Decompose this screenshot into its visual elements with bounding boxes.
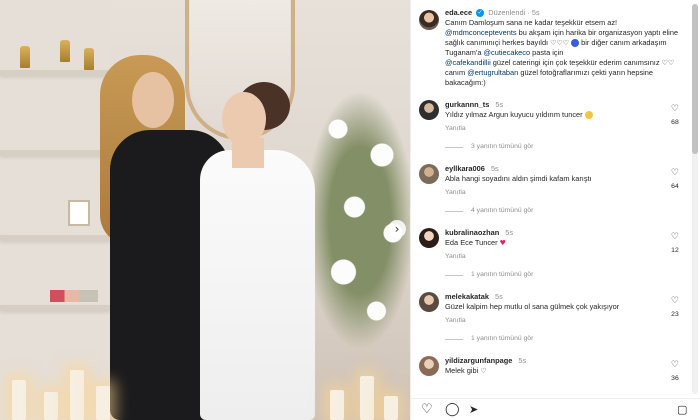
commenter-username[interactable]: gurkannn_ts <box>445 100 489 109</box>
comment-text: Eda Ece Tuncer <box>445 238 498 247</box>
comment-item: gurkannn_ts 5s Yıldız yılmaz Argun kuyuc… <box>411 100 689 152</box>
candle <box>96 386 110 420</box>
like-count: 12 <box>671 247 679 254</box>
comment-time: 5s <box>490 164 499 173</box>
comment-item: kubralinaozhan 5s Eda Ece Tuncer ♥ Yanıt… <box>411 228 689 280</box>
post-time[interactable]: 5s <box>532 8 540 17</box>
comment-like[interactable]: ♡ 64 <box>671 168 679 192</box>
shelf <box>0 235 110 241</box>
trophy <box>60 40 70 62</box>
commenter-avatar[interactable] <box>419 164 439 184</box>
heart-outline-icon[interactable]: ♡ <box>671 360 679 370</box>
shelving <box>0 0 110 420</box>
comment-time: 5s <box>495 292 503 301</box>
mention-link[interactable]: @cafekandillii <box>445 58 491 67</box>
caption-text: güzel cateringi için çok teşekkür ederim… <box>492 58 660 67</box>
heart-outline-icon[interactable]: ♡ <box>671 104 679 114</box>
shelf <box>0 70 110 76</box>
grimacing-emoji-icon <box>584 111 593 120</box>
reply-button[interactable]: Yanıtla <box>445 316 659 326</box>
comments-scroll[interactable]: eda.ece ✓ Düzenlendi · 5s Canım Damloşum… <box>411 0 689 398</box>
commenter-username[interactable]: yildizargunfanpage <box>445 356 512 365</box>
shelf <box>0 305 110 311</box>
evil-eye-emoji-icon <box>571 39 580 48</box>
commenter-username[interactable]: eyllkara006 <box>445 164 485 173</box>
post-caption: eda.ece ✓ Düzenlendi · 5s Canım Damloşum… <box>411 0 689 88</box>
comment-item: eyllkara006 5s Abla hangi soyadını aldın… <box>411 164 689 216</box>
candle <box>330 390 344 420</box>
author-avatar[interactable] <box>419 10 439 30</box>
heart-outline-icon[interactable]: ♡ <box>671 168 679 178</box>
candle <box>70 370 84 420</box>
verified-badge-icon: ✓ <box>476 9 485 18</box>
heart-outline-icon[interactable]: ♡ <box>671 296 679 306</box>
heart-emoji-icon: ♡♡♡ <box>550 39 569 47</box>
see-replies-button[interactable]: 1 yanıtın tümünü gör <box>445 270 659 280</box>
comment-like[interactable]: ♡ 36 <box>671 360 679 384</box>
candle <box>44 392 58 420</box>
comment-item: yildizargunfanpage 5s Melek gibi ♡ ♡ 36 <box>411 356 689 382</box>
trophy <box>84 48 94 70</box>
chevron-right-icon[interactable]: › <box>388 220 406 238</box>
mention-link[interactable]: @mdmconceptevents <box>445 28 517 37</box>
reply-button[interactable]: Yanıtla <box>445 124 659 134</box>
commenter-avatar[interactable] <box>419 228 439 248</box>
post-sidebar: eda.ece ✓ Düzenlendi · 5s Canım Damloşum… <box>410 0 700 420</box>
comment-time: 5s <box>518 356 527 365</box>
author-username[interactable]: eda.ece <box>445 8 472 17</box>
reply-button[interactable]: Yanıtla <box>445 188 659 198</box>
comment-like[interactable]: ♡ 68 <box>671 104 679 128</box>
comment-text: Yıldız yılmaz Argun kuyucu yıldırım tunc… <box>445 110 583 119</box>
trophy <box>20 46 30 68</box>
edited-label: Düzenlendi <box>488 8 526 17</box>
like-count: 36 <box>671 375 679 382</box>
commenter-username[interactable]: kubralinaozhan <box>445 228 499 237</box>
woman-right-dress <box>200 150 315 420</box>
candle <box>12 380 26 420</box>
red-heart-icon: ♥ <box>499 239 506 247</box>
comment-icon[interactable]: ◯ <box>445 402 460 418</box>
comment-like[interactable]: ♡ 12 <box>671 232 679 256</box>
comment-like[interactable]: ♡ 23 <box>671 296 679 320</box>
commenter-username[interactable]: melekakatak <box>445 292 489 301</box>
comment-item: melekakatak 5s Güzel kalpim hep mutlu ol… <box>411 292 689 344</box>
see-replies-button[interactable]: 3 yanıtın tümünü gör <box>445 142 659 152</box>
comment-time: 5s <box>505 228 514 237</box>
caption-text: pasta için <box>532 48 564 57</box>
woman-left-face <box>132 72 174 128</box>
post-photo: › <box>0 0 410 420</box>
candle <box>384 396 398 420</box>
caption-text: Canım Damloşum sana ne kadar teşekkür et… <box>445 18 618 27</box>
send-icon[interactable]: ➤ <box>469 402 478 418</box>
post-actions-bar: ♡ ◯ ➤ ▢ <box>411 398 700 420</box>
woman-right-face <box>222 92 266 146</box>
commenter-avatar[interactable] <box>419 356 439 376</box>
caption-text: canım <box>445 68 466 77</box>
scrollbar-thumb[interactable] <box>692 4 698 154</box>
commenter-avatar[interactable] <box>419 292 439 312</box>
see-replies-button[interactable]: 1 yanıtın tümünü gör <box>445 334 659 344</box>
shelf <box>0 150 110 156</box>
comment-text: Melek gibi <box>445 366 479 375</box>
mention-link[interactable]: @ertugrultaban <box>467 68 518 77</box>
like-count: 23 <box>671 311 679 318</box>
books <box>50 290 98 302</box>
comment-text: Abla hangi soyadını aldın şimdi kafam ka… <box>445 174 592 183</box>
like-count: 64 <box>671 183 679 190</box>
bookmark-icon[interactable]: ▢ <box>677 402 687 418</box>
like-count: 68 <box>671 119 679 126</box>
heart-outline-icon[interactable]: ♡ <box>421 402 433 418</box>
photo-frame <box>68 200 90 226</box>
candle <box>360 376 374 420</box>
see-replies-button[interactable]: 4 yanıtın tümünü gör <box>445 206 659 216</box>
commenter-avatar[interactable] <box>419 100 439 120</box>
comment-time: 5s <box>495 100 504 109</box>
reply-button[interactable]: Yanıtla <box>445 252 659 262</box>
mention-link[interactable]: @cutiecakeco <box>484 48 531 57</box>
comment-text: Güzel kalpim hep mutlu ol sana gülmek ço… <box>445 302 620 311</box>
heart-outline-icon[interactable]: ♡ <box>671 232 679 242</box>
heart-emoji-icon: ♡♡ <box>661 59 675 67</box>
heart-emoji-icon: ♡ <box>480 367 487 375</box>
